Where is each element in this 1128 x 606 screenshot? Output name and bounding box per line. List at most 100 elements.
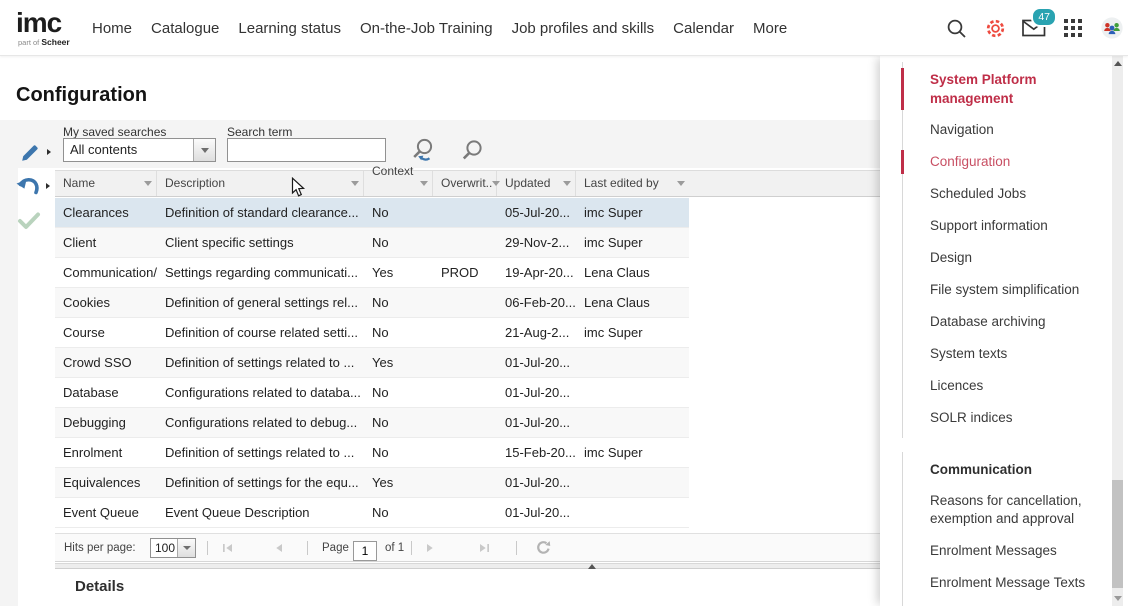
messages-envelope-icon[interactable]: 47 [1022, 16, 1046, 40]
sidebar-item-licences[interactable]: Licences [930, 370, 1092, 402]
refresh-icon[interactable] [536, 534, 551, 561]
sidebar-item-design[interactable]: Design [930, 242, 1092, 274]
scrollbar-thumb[interactable] [1112, 480, 1123, 588]
sidebar-item-scheduled-jobs[interactable]: Scheduled Jobs [930, 178, 1092, 210]
cell-description: Configurations related to debug... [157, 408, 364, 437]
saved-searches-dropdown-button[interactable] [193, 139, 215, 161]
run-search-icon[interactable] [460, 139, 484, 163]
sidebar-item-enrolment-message-texts[interactable]: Enrolment Message Texts [930, 567, 1092, 599]
table-row[interactable]: Event Queue Event Queue Description No 0… [55, 498, 689, 528]
cell-overwrite [433, 498, 497, 527]
scroll-up-icon[interactable] [1114, 61, 1122, 66]
hits-per-page-dropdown-button[interactable] [177, 539, 195, 557]
check-icon[interactable] [16, 211, 42, 231]
hits-per-page-dropdown[interactable]: 100 [150, 538, 196, 558]
logo-subtext: part of Scheer [16, 38, 70, 47]
column-header[interactable]: Overwrit.. [433, 171, 497, 196]
sidebar-item-support-information[interactable]: Support information [930, 210, 1092, 242]
collapse-details-arrow-icon[interactable] [588, 564, 596, 569]
settings-gear-icon[interactable] [983, 16, 1007, 40]
column-header[interactable]: Updated [497, 171, 576, 196]
app-grid-icon[interactable] [1061, 16, 1085, 40]
cell-context: No [364, 438, 433, 467]
last-page-button[interactable] [479, 534, 490, 561]
column-header[interactable]: Name [55, 171, 157, 196]
cell-description: Event Queue Description [157, 498, 364, 527]
topbar-icons: 47 [944, 0, 1124, 56]
column-filter-icon[interactable] [351, 181, 359, 186]
chevron-down-icon [183, 546, 191, 550]
admin-sidebar-panel: System Platform managementNavigationConf… [880, 56, 1128, 606]
profile-avatar-icon[interactable] [1100, 16, 1124, 40]
hits-per-page-value: 100 [151, 539, 177, 557]
sidebar-item-reasons-for-cancellation-exemption-and-a[interactable]: Reasons for cancellation, exemption and … [930, 485, 1092, 535]
table-row[interactable]: Course Definition of course related sett… [55, 318, 689, 348]
topnav-item-more[interactable]: More [753, 20, 787, 37]
previous-page-button[interactable] [275, 534, 283, 561]
sidebar-item-system-texts[interactable]: System texts [930, 338, 1092, 370]
column-filter-icon[interactable] [420, 181, 428, 186]
column-filter-icon[interactable] [144, 181, 152, 186]
cell-description: Settings regarding communicati... [157, 258, 364, 287]
saved-searches-dropdown[interactable]: All contents [63, 138, 216, 162]
sidebar-item-file-system-simplification[interactable]: File system simplification [930, 274, 1092, 306]
topnav-item-on-the-job-training[interactable]: On-the-Job Training [360, 20, 493, 37]
cell-name: Crowd SSO [55, 348, 157, 377]
table-row[interactable]: Client Client specific settings No 29-No… [55, 228, 689, 258]
pencil-menu-caret[interactable] [47, 149, 51, 155]
app-window: imc part of Scheer Home Catalogue Learning… [0, 0, 1128, 606]
sidebar-item-configuration[interactable]: Configuration [930, 146, 1092, 178]
sidebar-group-header[interactable]: System Platform management [930, 64, 1092, 114]
topnav-item-job-profiles-and-skills[interactable]: Job profiles and skills [512, 20, 655, 37]
table-row[interactable]: Clearances Definition of standard cleara… [55, 198, 689, 228]
table-row[interactable]: Equivalences Definition of settings for … [55, 468, 689, 498]
imc-logo[interactable]: imc part of Scheer [16, 9, 70, 47]
column-header[interactable]: Last edited by [576, 171, 689, 196]
cell-name: Database [55, 378, 157, 407]
cell-last-edited-by [576, 408, 689, 437]
next-page-button[interactable] [426, 534, 434, 561]
topnav-item-catalogue[interactable]: Catalogue [151, 20, 219, 37]
sidebar-item-solr-indices[interactable]: SOLR indices [930, 402, 1092, 434]
cell-last-edited-by: imc Super [576, 228, 689, 257]
column-filter-icon[interactable] [677, 181, 685, 186]
table-row[interactable]: Enrolment Definition of settings related… [55, 438, 689, 468]
cell-name: Course [55, 318, 157, 347]
cell-overwrite [433, 348, 497, 377]
sidebar-scrollbar[interactable] [1112, 56, 1123, 606]
cell-context: Yes [364, 258, 433, 287]
undo-icon[interactable] [16, 175, 50, 196]
topnav-item-home[interactable]: Home [92, 20, 132, 37]
sidebar-item-database-archiving[interactable]: Database archiving [930, 306, 1092, 338]
page-number-input[interactable] [353, 541, 377, 561]
cell-context: No [364, 498, 433, 527]
cell-overwrite [433, 288, 497, 317]
table-row[interactable]: Crowd SSO Definition of settings related… [55, 348, 689, 378]
saved-searches-label: My saved searches [63, 125, 166, 139]
cell-last-edited-by: imc Super [576, 198, 689, 227]
sidebar-item-notifications[interactable]: Notifications [930, 599, 1092, 606]
topnav-item-calendar[interactable]: Calendar [673, 20, 734, 37]
cell-context: No [364, 288, 433, 317]
column-header[interactable]: Description [157, 171, 364, 196]
undo-menu-caret[interactable] [46, 183, 50, 189]
topnav-item-learning-status[interactable]: Learning status [238, 20, 341, 37]
table-row[interactable]: Database Configurations related to datab… [55, 378, 689, 408]
search-term-input[interactable] [227, 138, 386, 162]
sidebar-group-header[interactable]: Communication [930, 454, 1092, 485]
first-page-button[interactable] [222, 534, 233, 561]
column-filter-icon[interactable] [563, 181, 571, 186]
scroll-down-icon[interactable] [1114, 596, 1122, 601]
table-row[interactable]: Cookies Definition of general settings r… [55, 288, 689, 318]
column-header[interactable]: Context ... [364, 171, 433, 196]
cell-overwrite [433, 468, 497, 497]
sidebar-item-enrolment-messages[interactable]: Enrolment Messages [930, 535, 1092, 567]
details-section-title: Details [75, 578, 124, 595]
cell-name: Equivalences [55, 468, 157, 497]
table-row[interactable]: Communication/ Settings regarding commun… [55, 258, 689, 288]
search-icon[interactable] [944, 16, 968, 40]
edit-pencil-icon[interactable] [19, 140, 51, 164]
table-row[interactable]: Debugging Configurations related to debu… [55, 408, 689, 438]
sidebar-item-navigation[interactable]: Navigation [930, 114, 1092, 146]
details-splitter[interactable] [55, 563, 880, 569]
